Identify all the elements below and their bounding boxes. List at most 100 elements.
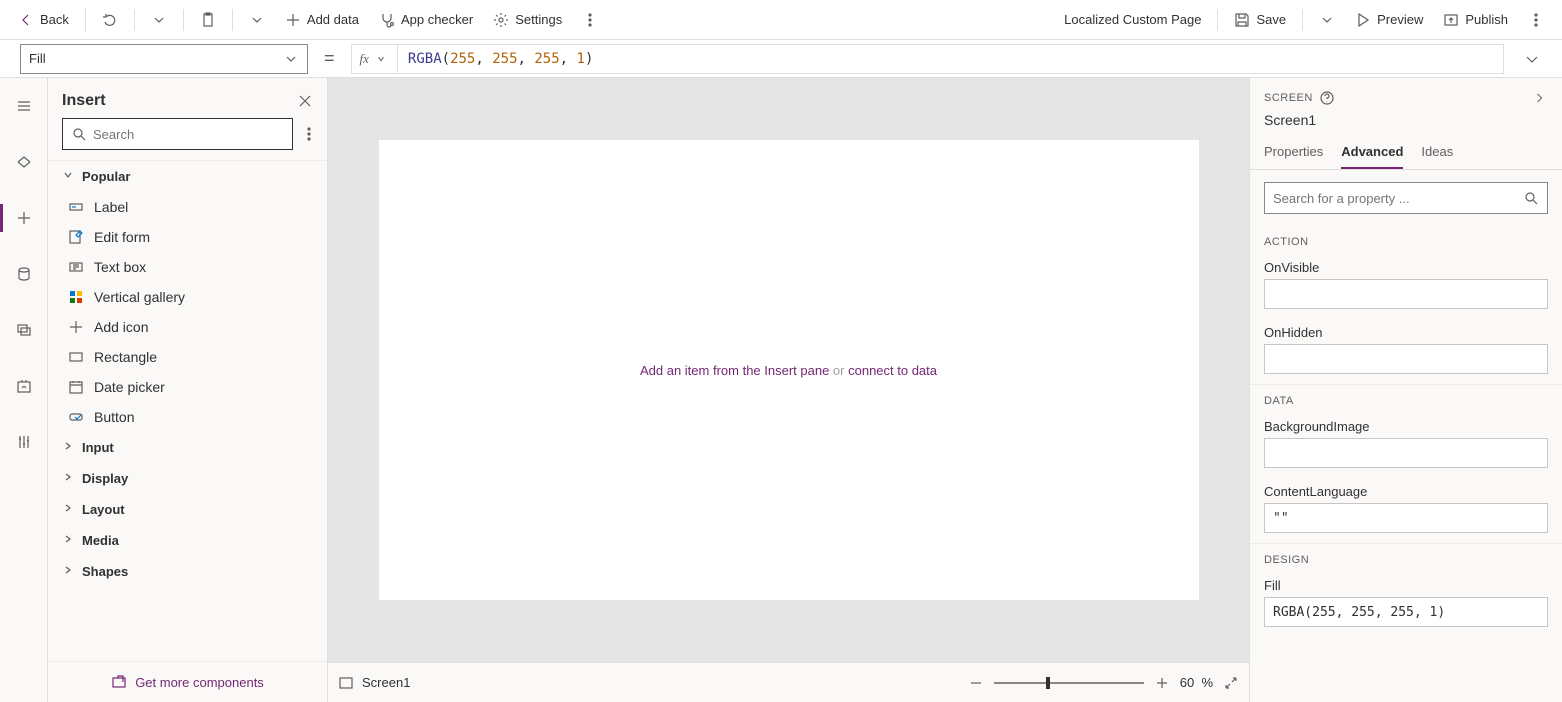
save-button[interactable]: Save: [1226, 8, 1294, 32]
clipboard-icon: [200, 12, 216, 28]
onhidden-label: OnHidden: [1264, 325, 1548, 340]
save-dropdown[interactable]: [1311, 8, 1343, 32]
onvisible-label: OnVisible: [1264, 260, 1548, 275]
insert-search[interactable]: [62, 118, 293, 150]
chevron-right-icon: [62, 564, 74, 579]
tab-ideas[interactable]: Ideas: [1421, 138, 1453, 169]
insert-search-input[interactable]: [93, 127, 284, 142]
undo-dropdown[interactable]: [143, 8, 175, 32]
button-icon: [68, 409, 84, 425]
chevron-right-icon[interactable]: [1532, 90, 1548, 106]
section-data: DATA: [1250, 384, 1562, 413]
insert-item-rectangle[interactable]: Rectangle: [48, 342, 327, 372]
canvas-hint-data-link[interactable]: connect to data: [848, 363, 937, 378]
publish-button[interactable]: Publish: [1435, 8, 1516, 32]
insert-item-edit-form[interactable]: Edit form: [48, 222, 327, 252]
category-popular[interactable]: Popular: [48, 161, 327, 192]
search-icon: [71, 126, 87, 142]
preview-button[interactable]: Preview: [1347, 8, 1431, 32]
tab-properties[interactable]: Properties: [1264, 138, 1323, 169]
publish-label: Publish: [1465, 12, 1508, 27]
section-design: DESIGN: [1250, 543, 1562, 572]
label-icon: [68, 199, 84, 215]
chevron-down-icon: [283, 51, 299, 67]
search-icon: [1523, 190, 1539, 206]
chevron-down-icon: [1319, 12, 1335, 28]
onvisible-input[interactable]: [1264, 279, 1548, 309]
plus-icon: [68, 319, 84, 335]
canvas-hint-insert-link[interactable]: Add an item from the Insert pane: [640, 363, 829, 378]
property-search[interactable]: [1264, 182, 1548, 214]
canvas-screen[interactable]: Add an item from the Insert pane or conn…: [379, 140, 1199, 600]
chevron-down-icon: [249, 12, 265, 28]
rail-hamburger[interactable]: [0, 88, 48, 124]
properties-pane: SCREEN Screen1 Properties Advanced Ideas…: [1250, 78, 1562, 702]
rail-data[interactable]: [0, 256, 48, 292]
category-display[interactable]: Display: [48, 463, 327, 494]
zoom-in-icon[interactable]: [1154, 675, 1170, 691]
more-vertical-icon: [1528, 12, 1544, 28]
calendar-icon: [68, 379, 84, 395]
publish-icon: [1443, 12, 1459, 28]
app-checker-button[interactable]: App checker: [371, 8, 481, 32]
rail-media[interactable]: [0, 312, 48, 348]
canvas-area: Add an item from the Insert pane or conn…: [328, 78, 1250, 702]
rail-tools[interactable]: [0, 424, 48, 460]
formula-text[interactable]: RGBA(255, 255, 255, 1): [398, 51, 1503, 67]
overflow-menu-right[interactable]: [1520, 8, 1552, 32]
help-icon[interactable]: [1319, 90, 1335, 106]
backgroundimage-input[interactable]: [1264, 438, 1548, 468]
onhidden-input[interactable]: [1264, 344, 1548, 374]
canvas-hint: Add an item from the Insert pane or conn…: [640, 363, 937, 378]
fx-label[interactable]: fx: [352, 45, 398, 73]
preview-label: Preview: [1377, 12, 1423, 27]
add-data-button[interactable]: Add data: [277, 8, 367, 32]
zoom-slider[interactable]: [994, 682, 1144, 684]
chevron-right-icon: [62, 471, 74, 486]
paste-button[interactable]: [192, 8, 224, 32]
selected-element-name: Screen1: [1250, 106, 1562, 138]
category-input[interactable]: Input: [48, 432, 327, 463]
zoom-out-icon[interactable]: [968, 675, 984, 691]
rail-tree-view[interactable]: [0, 144, 48, 180]
undo-button[interactable]: [94, 8, 126, 32]
category-shapes[interactable]: Shapes: [48, 556, 327, 587]
insert-item-text-box[interactable]: Text box: [48, 252, 327, 282]
paste-dropdown[interactable]: [241, 8, 273, 32]
insert-item-date-picker[interactable]: Date picker: [48, 372, 327, 402]
save-label: Save: [1256, 12, 1286, 27]
expand-formula-bar[interactable]: [1516, 49, 1548, 69]
canvas-screen-name[interactable]: Screen1: [362, 675, 410, 690]
property-search-input[interactable]: [1273, 191, 1523, 206]
settings-button[interactable]: Settings: [485, 8, 570, 32]
insert-title: Insert: [62, 92, 106, 110]
fit-screen-icon[interactable]: [1223, 675, 1239, 691]
rail-insert[interactable]: [0, 200, 48, 236]
backgroundimage-label: BackgroundImage: [1264, 419, 1548, 434]
category-media[interactable]: Media: [48, 525, 327, 556]
contentlanguage-input[interactable]: "": [1264, 503, 1548, 533]
get-more-components[interactable]: Get more components: [48, 661, 327, 702]
back-button[interactable]: Back: [10, 8, 77, 32]
formula-input[interactable]: fx RGBA(255, 255, 255, 1): [351, 44, 1504, 74]
chevron-right-icon: [62, 502, 74, 517]
overflow-menu[interactable]: [574, 8, 606, 32]
category-layout[interactable]: Layout: [48, 494, 327, 525]
page-label: Localized Custom Page: [1056, 8, 1209, 31]
property-selector[interactable]: Fill: [20, 44, 308, 74]
back-label: Back: [40, 12, 69, 27]
close-icon[interactable]: [297, 93, 313, 109]
components-icon: [111, 674, 127, 690]
undo-icon: [102, 12, 118, 28]
insert-item-button[interactable]: Button: [48, 402, 327, 432]
rail-variables[interactable]: [0, 368, 48, 404]
insert-item-label[interactable]: Label: [48, 192, 327, 222]
insert-item-add-icon[interactable]: Add icon: [48, 312, 327, 342]
tab-advanced[interactable]: Advanced: [1341, 138, 1403, 169]
insert-item-vertical-gallery[interactable]: Vertical gallery: [48, 282, 327, 312]
arrow-left-icon: [18, 12, 34, 28]
more-vertical-icon[interactable]: [301, 126, 317, 142]
edit-form-icon: [68, 229, 84, 245]
fill-input[interactable]: RGBA(255, 255, 255, 1): [1264, 597, 1548, 627]
formula-bar: Fill = fx RGBA(255, 255, 255, 1): [0, 40, 1562, 78]
